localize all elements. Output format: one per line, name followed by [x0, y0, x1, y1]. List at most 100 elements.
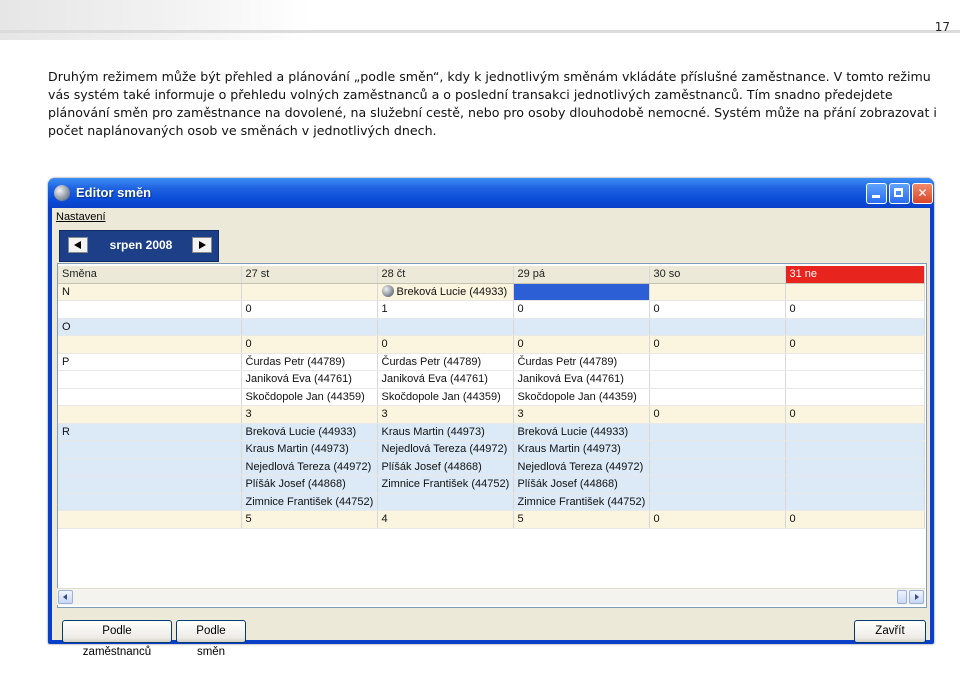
- day-cell[interactable]: 1: [377, 300, 514, 319]
- close-button[interactable]: Zavřít: [854, 620, 926, 643]
- day-cell[interactable]: Kraus Martin (44973): [513, 440, 650, 459]
- day-cell[interactable]: 0: [649, 335, 786, 354]
- day-cell[interactable]: Janiková Eva (44761): [241, 370, 378, 389]
- day-cell[interactable]: [785, 370, 925, 389]
- day-cell[interactable]: [377, 493, 514, 511]
- day-cell[interactable]: 0: [377, 335, 514, 354]
- day-cell[interactable]: 5: [513, 510, 650, 529]
- day-cell[interactable]: [785, 423, 925, 441]
- previous-month-button[interactable]: [68, 237, 88, 253]
- day-cell[interactable]: [785, 440, 925, 459]
- day-cell[interactable]: [785, 318, 925, 336]
- shift-cell[interactable]: [58, 440, 242, 459]
- shift-cell[interactable]: O: [58, 318, 242, 336]
- day-cell[interactable]: [649, 283, 786, 301]
- day-cell[interactable]: [241, 283, 378, 301]
- day-cell[interactable]: 3: [377, 405, 514, 424]
- shift-cell[interactable]: N: [58, 283, 242, 301]
- day-cell[interactable]: 3: [241, 405, 378, 424]
- day-cell[interactable]: Janiková Eva (44761): [513, 370, 650, 389]
- day-cell[interactable]: [649, 353, 786, 371]
- day-cell[interactable]: 0: [513, 300, 650, 319]
- day-cell[interactable]: Nejedlová Tereza (44972): [241, 458, 378, 476]
- day-cell[interactable]: 0: [241, 300, 378, 319]
- menu-settings[interactable]: Nastavení: [56, 211, 106, 223]
- day-cell[interactable]: 3: [513, 405, 650, 424]
- day-cell[interactable]: Breková Lucie (44933): [377, 283, 514, 301]
- column-header-day[interactable]: 27 st: [241, 266, 378, 284]
- day-cell[interactable]: [513, 318, 650, 336]
- scroll-left-arrow-icon[interactable]: [58, 590, 73, 604]
- shift-cell[interactable]: P: [58, 353, 242, 371]
- shift-cell[interactable]: [58, 475, 242, 494]
- window-titlebar[interactable]: Editor směn ✕: [48, 178, 934, 208]
- day-cell[interactable]: Skočdopole Jan (44359): [241, 388, 378, 406]
- day-cell[interactable]: Zimnice František (44752): [513, 493, 650, 511]
- day-cell[interactable]: 0: [785, 300, 925, 319]
- day-cell[interactable]: Kraus Martin (44973): [241, 440, 378, 459]
- scrollbar-thumb[interactable]: [897, 590, 907, 604]
- day-cell[interactable]: Kraus Martin (44973): [377, 423, 514, 441]
- day-cell[interactable]: Nejedlová Tereza (44972): [513, 458, 650, 476]
- day-cell[interactable]: [649, 388, 786, 406]
- day-cell[interactable]: 0: [785, 335, 925, 354]
- day-cell[interactable]: 0: [785, 405, 925, 424]
- shift-cell[interactable]: [58, 458, 242, 476]
- shift-cell[interactable]: [58, 493, 242, 511]
- day-cell[interactable]: Čurdas Petr (44789): [241, 353, 378, 371]
- day-cell[interactable]: Breková Lucie (44933): [241, 423, 378, 441]
- shift-cell[interactable]: [58, 300, 242, 319]
- minimize-button[interactable]: [866, 183, 887, 204]
- shift-cell[interactable]: [58, 335, 242, 354]
- column-header-shift[interactable]: Směna: [58, 266, 242, 284]
- day-cell[interactable]: 0: [513, 335, 650, 354]
- maximize-button[interactable]: [889, 183, 910, 204]
- day-cell[interactable]: Breková Lucie (44933): [513, 423, 650, 441]
- day-cell[interactable]: [649, 458, 786, 476]
- day-cell[interactable]: [785, 353, 925, 371]
- day-cell[interactable]: [785, 475, 925, 494]
- day-cell[interactable]: 4: [377, 510, 514, 529]
- day-cell[interactable]: Zimnice František (44752): [377, 475, 514, 494]
- shift-cell[interactable]: [58, 370, 242, 389]
- column-header-sunday[interactable]: 31 ne: [785, 266, 925, 284]
- day-cell[interactable]: Plíšák Josef (44868): [513, 475, 650, 494]
- day-cell[interactable]: [241, 318, 378, 336]
- column-header-day[interactable]: 28 čt: [377, 266, 514, 284]
- day-cell[interactable]: 0: [649, 300, 786, 319]
- day-cell[interactable]: [513, 283, 650, 301]
- day-cell[interactable]: Plíšák Josef (44868): [241, 475, 378, 494]
- day-cell[interactable]: [649, 475, 786, 494]
- horizontal-scrollbar[interactable]: [57, 588, 925, 605]
- column-header-day[interactable]: 29 pá: [513, 266, 650, 284]
- day-cell[interactable]: [649, 370, 786, 389]
- shift-cell[interactable]: [58, 388, 242, 406]
- shift-cell[interactable]: R: [58, 423, 242, 441]
- day-cell[interactable]: [785, 493, 925, 511]
- day-cell[interactable]: [649, 423, 786, 441]
- day-cell[interactable]: Skočdopole Jan (44359): [377, 388, 514, 406]
- next-month-button[interactable]: [192, 237, 212, 253]
- day-cell[interactable]: Janiková Eva (44761): [377, 370, 514, 389]
- day-cell[interactable]: Plíšák Josef (44868): [377, 458, 514, 476]
- day-cell[interactable]: [649, 440, 786, 459]
- day-cell[interactable]: Skočdopole Jan (44359): [513, 388, 650, 406]
- day-cell[interactable]: 0: [785, 510, 925, 529]
- day-cell[interactable]: Čurdas Petr (44789): [513, 353, 650, 371]
- shift-cell[interactable]: [58, 405, 242, 424]
- day-cell[interactable]: Čurdas Petr (44789): [377, 353, 514, 371]
- day-cell[interactable]: 0: [241, 335, 378, 354]
- scroll-right-arrow-icon[interactable]: [909, 590, 924, 604]
- day-cell[interactable]: [377, 318, 514, 336]
- day-cell[interactable]: 0: [649, 405, 786, 424]
- day-cell[interactable]: [785, 283, 925, 301]
- shift-cell[interactable]: [58, 510, 242, 529]
- column-header-day[interactable]: 30 so: [649, 266, 786, 284]
- day-cell[interactable]: [785, 458, 925, 476]
- day-cell[interactable]: Zimnice František (44752): [241, 493, 378, 511]
- day-cell[interactable]: [649, 493, 786, 511]
- day-cell[interactable]: 5: [241, 510, 378, 529]
- day-cell[interactable]: Nejedlová Tereza (44972): [377, 440, 514, 459]
- day-cell[interactable]: [785, 388, 925, 406]
- close-window-button[interactable]: ✕: [912, 183, 933, 204]
